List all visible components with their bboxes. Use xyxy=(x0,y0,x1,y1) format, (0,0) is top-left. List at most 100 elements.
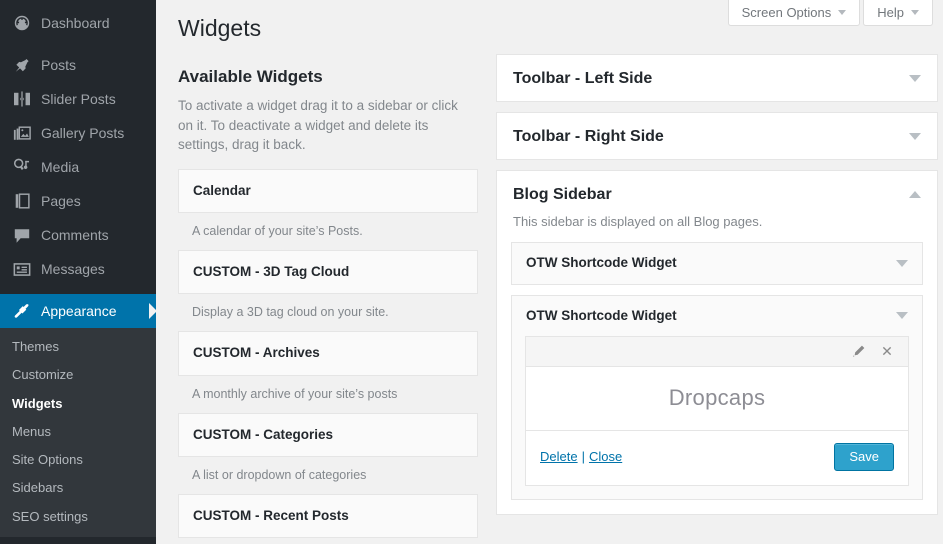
sidebar-toolbar-left: Toolbar - Left Side xyxy=(496,54,938,103)
sidebar-item-label: Pages xyxy=(41,193,81,209)
widget-header[interactable]: OTW Shortcode Widget xyxy=(512,243,922,283)
sidebar-item-label: Slider Posts xyxy=(41,91,116,107)
submenu-item-site-options[interactable]: Site Options xyxy=(0,446,156,474)
submenu-item-customize[interactable]: Customize xyxy=(0,361,156,389)
chevron-down-icon[interactable] xyxy=(896,260,908,268)
sidebar-header[interactable]: Toolbar - Right Side xyxy=(497,113,937,159)
sidebar-item-label: Posts xyxy=(41,57,77,73)
pencil-icon[interactable] xyxy=(851,344,866,359)
chevron-up-icon[interactable] xyxy=(909,191,921,199)
sidebars-panel: Toolbar - Left Side Toolbar - Right Side… xyxy=(496,54,938,544)
available-widgets-heading: Available Widgets xyxy=(178,67,323,86)
widget-description: Display a 3D tag cloud on your site. xyxy=(192,305,389,320)
available-widget-item: CUSTOM - 3D Tag Cloud Display a 3D tag c… xyxy=(178,249,478,331)
menu-separator xyxy=(0,40,156,48)
sidebar-item-label: Appearance xyxy=(41,303,117,319)
submenu-item-widgets[interactable]: Widgets xyxy=(0,390,156,418)
widget-card-calendar[interactable]: Calendar xyxy=(178,168,478,213)
sidebar-item-label: Messages xyxy=(41,261,105,277)
close-link[interactable]: Close xyxy=(589,449,622,464)
sidebar-blog-sidebar: Blog Sidebar This sidebar is displayed o… xyxy=(496,170,938,515)
sidebar-item-messages[interactable]: Messages xyxy=(0,252,156,286)
widget-form-toolbar xyxy=(526,336,908,367)
sidebar-item-gallery-posts[interactable]: Gallery Posts xyxy=(0,116,156,150)
gallery-icon xyxy=(12,123,32,143)
available-widget-item: CUSTOM - Recent Posts xyxy=(178,494,478,539)
sidebar-title: Blog Sidebar xyxy=(513,186,612,204)
pin-icon xyxy=(12,55,32,75)
widget-preview: Dropcaps xyxy=(526,366,908,431)
chevron-down-icon xyxy=(911,9,919,15)
sidebar-header[interactable]: Blog Sidebar xyxy=(497,171,937,217)
save-button[interactable]: Save xyxy=(834,442,894,471)
main-content: Screen Options Help Widgets Available Wi… xyxy=(156,0,943,544)
widget-description: A monthly archive of your site’s posts xyxy=(192,386,398,401)
help-button[interactable]: Help xyxy=(863,0,933,26)
comments-icon xyxy=(12,225,32,245)
pages-icon xyxy=(12,191,32,211)
sidebar-widget-expanded: OTW Shortcode Widget Dropcaps Delete | C… xyxy=(511,294,923,500)
widget-title: OTW Shortcode Widget xyxy=(526,307,677,323)
sidebar-item-label: Media xyxy=(41,159,80,175)
screen-meta-links: Screen Options Help xyxy=(727,0,933,26)
sidebar-widget-collapsed: OTW Shortcode Widget xyxy=(511,242,923,285)
chevron-down-icon[interactable] xyxy=(909,75,921,83)
sidebar-title: Toolbar - Left Side xyxy=(513,70,653,87)
widget-header[interactable]: OTW Shortcode Widget xyxy=(512,296,922,336)
sidebar-header[interactable]: Toolbar - Left Side xyxy=(497,55,937,101)
widget-card-categories[interactable]: CUSTOM - Categories xyxy=(178,412,478,457)
chevron-down-icon[interactable] xyxy=(909,133,921,141)
available-widget-item: CUSTOM - Archives A monthly archive of y… xyxy=(178,331,478,412)
sidebar-item-pages[interactable]: Pages xyxy=(0,184,156,218)
widget-links: Delete | Close xyxy=(540,449,622,464)
sidebar-toolbar-right: Toolbar - Right Side xyxy=(496,112,938,161)
widget-card-recent-posts[interactable]: CUSTOM - Recent Posts xyxy=(178,494,478,539)
media-icon xyxy=(12,157,32,177)
menu-separator xyxy=(0,286,156,294)
screen-options-button[interactable]: Screen Options xyxy=(727,0,861,26)
link-separator: | xyxy=(581,449,585,465)
sidebar-item-media[interactable]: Media xyxy=(0,150,156,184)
admin-sidebar: Dashboard Posts Slider Posts Gallery Pos… xyxy=(0,0,156,544)
chevron-down-icon[interactable] xyxy=(896,312,908,320)
delete-link[interactable]: Delete xyxy=(540,449,578,464)
sidebar-item-label: Dashboard xyxy=(41,15,110,31)
screen-options-label: Screen Options xyxy=(741,4,832,20)
close-x-icon[interactable] xyxy=(880,344,894,358)
sidebar-item-posts[interactable]: Posts xyxy=(0,48,156,82)
appearance-submenu: Themes Customize Widgets Menus Site Opti… xyxy=(0,328,156,537)
sidebar-item-slider-posts[interactable]: Slider Posts xyxy=(0,82,156,116)
sidebar-item-appearance[interactable]: Appearance xyxy=(0,294,156,328)
page-title: Widgets xyxy=(178,15,262,41)
sidebar-title: Toolbar - Right Side xyxy=(513,128,664,146)
sidebar-widget-list: OTW Shortcode Widget OTW Shortcode Widge… xyxy=(497,242,937,513)
appearance-brush-icon xyxy=(12,301,32,321)
messages-icon xyxy=(12,259,32,279)
widget-card-archives[interactable]: CUSTOM - Archives xyxy=(178,331,478,376)
widget-title: OTW Shortcode Widget xyxy=(526,255,677,271)
widget-card-3d-tag-cloud[interactable]: CUSTOM - 3D Tag Cloud xyxy=(178,249,478,295)
widget-form-wrapper: Dropcaps Delete | Close Save xyxy=(512,335,922,499)
widget-form-actions: Delete | Close Save xyxy=(526,431,908,485)
submenu-item-seo-settings[interactable]: SEO settings xyxy=(0,503,156,531)
available-widgets-panel: Available Widgets To activate a widget d… xyxy=(178,66,478,544)
sidebar-item-comments[interactable]: Comments xyxy=(0,218,156,252)
widget-description: A calendar of your site’s Posts. xyxy=(192,223,363,238)
slider-icon xyxy=(12,89,32,109)
widget-description: A list or dropdown of categories xyxy=(192,468,367,482)
available-widget-item: CUSTOM - Categories A list or dropdown o… xyxy=(178,412,478,494)
widget-form: Dropcaps Delete | Close Save xyxy=(525,335,909,486)
dashboard-icon xyxy=(12,13,32,33)
sidebar-item-dashboard[interactable]: Dashboard xyxy=(0,6,156,40)
available-widget-item: Calendar A calendar of your site’s Posts… xyxy=(178,168,478,250)
sidebar-item-label: Gallery Posts xyxy=(41,125,125,141)
submenu-item-sidebars[interactable]: Sidebars xyxy=(0,474,156,502)
available-widgets-description: To activate a widget drag it to a sideba… xyxy=(178,98,458,152)
submenu-item-themes[interactable]: Themes xyxy=(0,333,156,361)
submenu-item-menus[interactable]: Menus xyxy=(0,418,156,446)
widget-preview-text: Dropcaps xyxy=(668,385,766,411)
sidebar-description: This sidebar is displayed on all Blog pa… xyxy=(513,213,763,229)
chevron-down-icon xyxy=(838,9,847,15)
help-label: Help xyxy=(877,4,904,20)
sidebar-item-label: Comments xyxy=(41,227,109,243)
